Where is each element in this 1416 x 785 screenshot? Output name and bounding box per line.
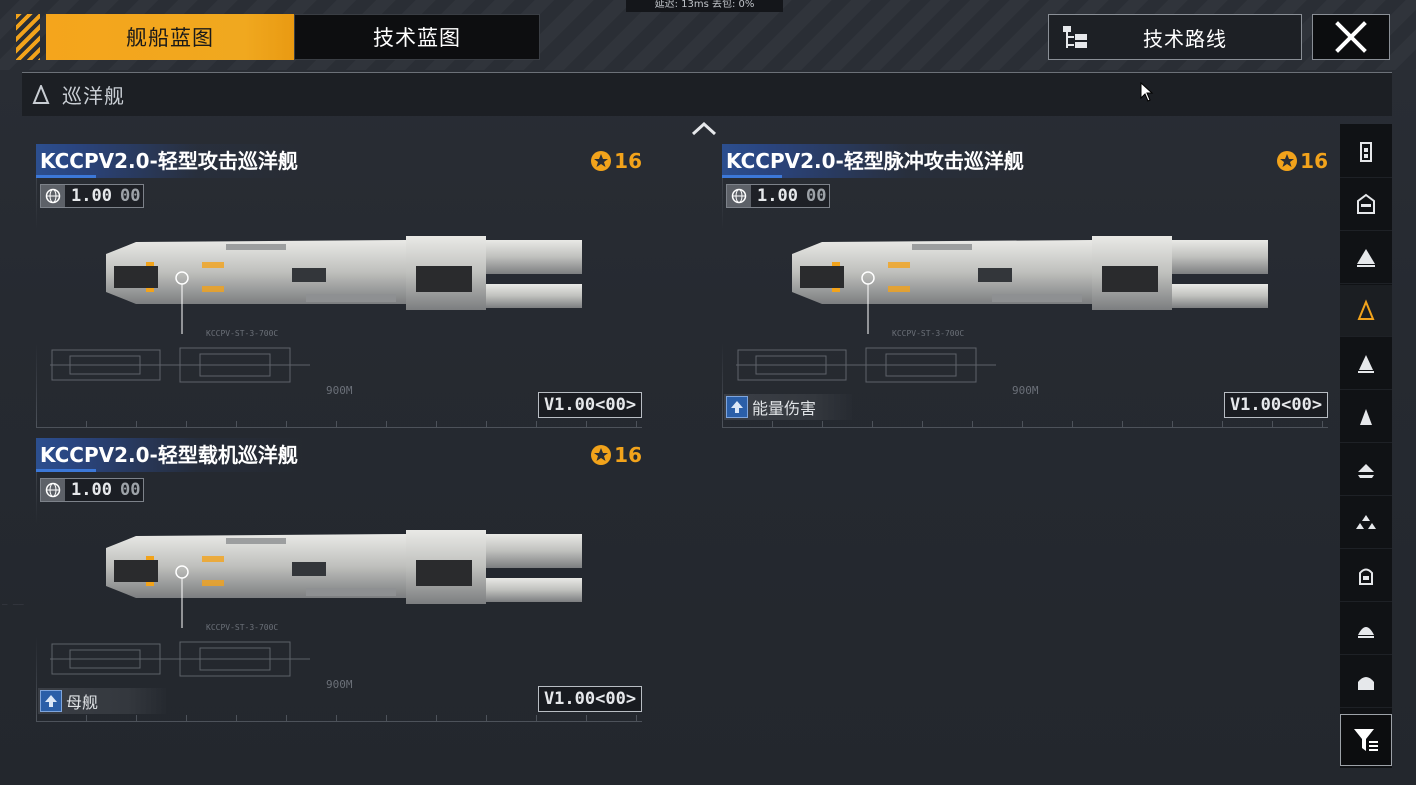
tech-route-label: 技术路线 bbox=[1143, 26, 1227, 51]
ship-name: KCCPV2.0-轻型载机巡洋舰 bbox=[36, 438, 304, 472]
hull-icon bbox=[1358, 676, 1374, 690]
ship-level: 16 bbox=[1276, 148, 1328, 174]
version-indicator: 1.00 00 bbox=[40, 478, 144, 502]
ship-scale: 900M bbox=[1012, 384, 1039, 397]
ship-designation: KCCPV-ST-3-700C bbox=[206, 329, 279, 338]
station-icon bbox=[1359, 568, 1373, 585]
ship-scale: 900M bbox=[326, 384, 353, 397]
ship-name: KCCPV2.0-轻型脉冲攻击巡洋舰 bbox=[722, 144, 1030, 178]
globe-icon bbox=[41, 185, 65, 207]
version-suffix: 00 bbox=[119, 186, 141, 206]
energy-damage-icon bbox=[726, 396, 748, 418]
ship-card[interactable]: KCCPV2.0-轻型攻击巡洋舰 16 1.00 00 KCCPV-ST-3-7… bbox=[36, 144, 642, 428]
module-icon bbox=[1358, 626, 1374, 638]
version-indicator: 1.00 00 bbox=[726, 184, 830, 208]
version-number: 1.00 bbox=[71, 480, 112, 500]
frigate-icon bbox=[1360, 408, 1372, 425]
ship-trait-label: 母舰 bbox=[66, 693, 99, 712]
tab-ship-blueprint[interactable]: 舰船蓝图 bbox=[46, 14, 294, 60]
scroll-up-icon[interactable] bbox=[690, 120, 718, 138]
cruiser-icon bbox=[32, 84, 50, 104]
ship-level: 16 bbox=[590, 148, 642, 174]
version-suffix: 00 bbox=[805, 186, 827, 206]
ship-card[interactable]: KCCPV2.0-轻型脉冲攻击巡洋舰 16 1.00 00 KCCPV-ST-3… bbox=[722, 144, 1328, 428]
bg-decoration: — —— bbox=[2, 600, 24, 610]
globe-icon bbox=[41, 479, 65, 501]
category-header: 巡洋舰 bbox=[22, 72, 1392, 116]
ship-class-sidebar bbox=[1340, 124, 1392, 768]
filter-icon bbox=[1354, 729, 1378, 751]
tech-route-button[interactable]: 技术路线 bbox=[1048, 14, 1302, 60]
sidebar-item-fighter-group[interactable] bbox=[1340, 497, 1392, 549]
tab-ship-blueprint-label: 舰船蓝图 bbox=[126, 26, 214, 50]
card-ruler bbox=[722, 421, 1328, 427]
version-tag: V1.00<00> bbox=[538, 392, 642, 418]
tab-tech-blueprint-label: 技术蓝图 bbox=[373, 26, 461, 50]
mouse-cursor bbox=[1140, 82, 1154, 102]
sidebar-item-cruiser[interactable] bbox=[1340, 285, 1392, 337]
ship-model-image bbox=[106, 530, 582, 628]
close-icon bbox=[1335, 21, 1367, 53]
sidebar-item-destroyer[interactable] bbox=[1340, 338, 1392, 390]
ship-level-number: 16 bbox=[614, 443, 642, 467]
corvette-icon bbox=[1358, 463, 1374, 478]
blueprint-sketch bbox=[50, 641, 310, 677]
tab-stripe-decoration bbox=[16, 14, 40, 60]
card-frame bbox=[722, 144, 723, 428]
ship-name: KCCPV2.0-轻型攻击巡洋舰 bbox=[36, 144, 304, 178]
network-status: 延迟: 13ms 丢包: 0% bbox=[626, 0, 783, 12]
carrier-icon bbox=[40, 690, 62, 712]
ship-trait-badge: 能量伤害 bbox=[724, 394, 852, 420]
carrier-class-icon bbox=[1357, 248, 1375, 267]
destroyer-icon bbox=[1358, 354, 1374, 373]
rank-star-icon bbox=[591, 151, 612, 171]
ship-card[interactable]: KCCPV2.0-轻型载机巡洋舰 16 1.00 00 KCCPV-ST-3-7… bbox=[36, 438, 642, 722]
globe-icon bbox=[727, 185, 751, 207]
ship-level-number: 16 bbox=[1300, 149, 1328, 173]
ship-designation: KCCPV-ST-3-700C bbox=[892, 329, 965, 338]
sidebar-item-corvette[interactable] bbox=[1340, 444, 1392, 496]
category-label: 巡洋舰 bbox=[62, 84, 125, 108]
card-frame bbox=[36, 438, 37, 722]
ship-trait-badge: 母舰 bbox=[38, 688, 166, 714]
battleship-icon bbox=[1360, 141, 1372, 162]
filter-button[interactable] bbox=[1340, 714, 1392, 766]
version-tag: V1.00<00> bbox=[1224, 392, 1328, 418]
card-frame bbox=[36, 144, 37, 428]
blueprint-sketch bbox=[736, 347, 996, 383]
rank-star-icon bbox=[591, 445, 612, 465]
blueprint-sketch bbox=[50, 347, 310, 383]
sidebar-item-module[interactable] bbox=[1340, 603, 1392, 655]
tree-icon bbox=[1063, 26, 1087, 48]
sidebar-item-carrier-class[interactable] bbox=[1340, 232, 1392, 284]
ship-scale: 900M bbox=[326, 678, 353, 691]
auxiliary-ship-icon bbox=[1357, 193, 1375, 214]
sidebar-item-battleship[interactable] bbox=[1340, 126, 1392, 178]
version-number: 1.00 bbox=[757, 186, 798, 206]
version-number: 1.00 bbox=[71, 186, 112, 206]
sidebar-item-hull[interactable] bbox=[1340, 656, 1392, 708]
card-ruler bbox=[36, 715, 642, 721]
sidebar-item-station[interactable] bbox=[1340, 550, 1392, 602]
rank-star-icon bbox=[1277, 151, 1298, 171]
cruiser-icon bbox=[1357, 298, 1375, 320]
version-indicator: 1.00 00 bbox=[40, 184, 144, 208]
fighter-group-icon bbox=[1356, 514, 1376, 529]
ship-trait-label: 能量伤害 bbox=[752, 399, 817, 418]
version-suffix: 00 bbox=[119, 480, 141, 500]
ship-designation: KCCPV-ST-3-700C bbox=[206, 623, 279, 632]
version-tag: V1.00<00> bbox=[538, 686, 642, 712]
sidebar-item-frigate[interactable] bbox=[1340, 391, 1392, 443]
sidebar-item-auxiliary-ship[interactable] bbox=[1340, 179, 1392, 231]
ship-model-image bbox=[792, 236, 1268, 334]
ship-model-image bbox=[106, 236, 582, 334]
ship-level: 16 bbox=[590, 442, 642, 468]
card-ruler bbox=[36, 421, 642, 427]
tab-tech-blueprint[interactable]: 技术蓝图 bbox=[294, 14, 540, 60]
ship-level-number: 16 bbox=[614, 149, 642, 173]
close-button[interactable] bbox=[1312, 14, 1390, 60]
